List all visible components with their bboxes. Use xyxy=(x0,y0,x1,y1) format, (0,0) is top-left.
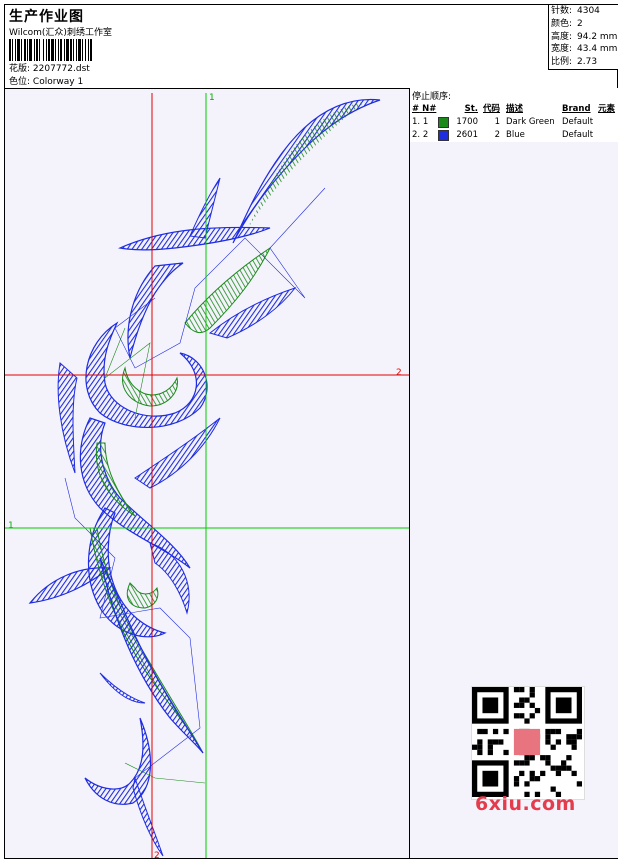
pattern-line: 花版: 2207772.dst xyxy=(9,61,90,74)
barcode xyxy=(9,39,145,61)
stat-value: 94.2 mm xyxy=(577,31,618,42)
colorway-line: 色位: Colorway 1 xyxy=(9,74,83,87)
stat-label: 宽度: xyxy=(551,44,573,55)
row-index: 1. 1 xyxy=(410,116,438,129)
stitch-region xyxy=(134,417,221,489)
color-swatch xyxy=(438,129,452,142)
row-stitches: 2601 xyxy=(456,130,478,140)
pattern-label: 花版: xyxy=(9,64,31,74)
row-desc: Blue xyxy=(506,130,525,140)
col-num-label: N# xyxy=(422,104,437,114)
stat-stitches: 针数: 4304 xyxy=(549,5,618,18)
stitch-region xyxy=(245,102,365,233)
stitch-region xyxy=(122,366,178,407)
stat-value: 43.4 mm xyxy=(577,44,618,55)
design-stats: 针数: 4304 颜色: 2 高度: 94.2 mm 宽度: 43.4 mm 比例: 2.… xyxy=(548,5,618,70)
col-swatch xyxy=(438,103,452,116)
stat-height: 高度: 94.2 mm xyxy=(549,31,618,44)
design-canvas: 1 1 2 2 xyxy=(5,88,409,861)
colorway-value: Colorway 1 xyxy=(32,77,84,87)
row-idx: 2. xyxy=(412,130,421,140)
col-index-label: # xyxy=(412,104,420,114)
col-code: 代码 xyxy=(482,104,500,114)
row-index: 2. 2 xyxy=(410,129,438,142)
row-brand: Default xyxy=(562,117,594,127)
colorway-label: 色位: xyxy=(9,77,31,87)
guide-label-red-bottom: 2 xyxy=(154,851,160,858)
row-code: 1 xyxy=(494,117,500,127)
sheet-title: 生产作业图 xyxy=(9,9,84,25)
table-row: 2. 2 2601 2 Blue Default xyxy=(410,129,618,142)
stitch-region xyxy=(149,542,190,615)
stat-value: 2 xyxy=(577,18,583,29)
swatch-box xyxy=(438,117,449,128)
col-brand: Brand xyxy=(562,104,591,114)
stat-value: 2.73 xyxy=(577,57,598,68)
sheet-frame: 生产作业图 Wilcom(汇众)刺绣工作室 花版: 2207772.dst 色位… xyxy=(4,4,618,861)
stat-colors: 颜色: 2 xyxy=(549,18,618,31)
stitch-region xyxy=(126,582,159,609)
guide-label-red-right: 2 xyxy=(396,368,402,378)
barcode-bar xyxy=(90,39,92,61)
stitch-region xyxy=(57,362,78,474)
color-swatch xyxy=(438,116,452,129)
stitch-region xyxy=(127,262,184,359)
table-row: 1. 1 1700 1 Dark Green Default xyxy=(410,116,618,129)
qr-code-graphic xyxy=(472,687,582,797)
row-code: 2 xyxy=(494,130,500,140)
col-desc: 描述 xyxy=(506,104,524,114)
stat-width: 宽度: 43.4 mm xyxy=(549,43,618,56)
col-index: # N# xyxy=(410,103,438,116)
company-name: Wilcom(汇众)刺绣工作室 xyxy=(9,28,112,38)
swatch-box xyxy=(438,130,449,141)
row-desc: Dark Green xyxy=(506,117,555,127)
stat-label: 比例: xyxy=(551,57,573,68)
stitch-region xyxy=(132,776,164,857)
stat-scale: 比例: 2.73 xyxy=(549,56,618,69)
stitch-region xyxy=(99,672,146,704)
stitch-region xyxy=(232,98,381,244)
embroidery-preview: 1 1 2 2 xyxy=(5,93,409,861)
row-brand: Default xyxy=(562,130,594,140)
row-stitches: 1700 xyxy=(456,117,478,127)
watermark: 6xiu.com xyxy=(475,793,576,815)
stat-label: 高度: xyxy=(551,31,573,42)
sheet-header: 生产作业图 Wilcom(汇众)刺绣工作室 花版: 2207772.dst 色位… xyxy=(5,5,618,89)
embroidery-motif xyxy=(28,98,381,857)
stitch-region xyxy=(84,717,151,805)
row-idx: 1. xyxy=(412,117,421,127)
row-num: 2 xyxy=(422,130,429,140)
guide-label-green-left: 1 xyxy=(8,521,14,531)
stop-sequence-title: 停止顺序: xyxy=(412,92,452,102)
stat-value: 4304 xyxy=(577,6,600,16)
stat-label: 针数: xyxy=(551,6,573,16)
guide-label-green-top: 1 xyxy=(209,93,215,103)
stat-label: 颜色: xyxy=(551,18,573,29)
pattern-value: 2207772.dst xyxy=(32,64,90,74)
stop-sequence-panel: 停止顺序: # N# St. 代码 描述 Brand 元素 1. 1 1700 … xyxy=(409,88,618,143)
qr-code xyxy=(471,686,585,800)
stop-sequence-header: # N# St. 代码 描述 Brand 元素 xyxy=(410,103,618,116)
col-element: 元素 xyxy=(598,104,616,114)
col-stitches: St. xyxy=(464,104,478,114)
row-num: 1 xyxy=(422,117,429,127)
